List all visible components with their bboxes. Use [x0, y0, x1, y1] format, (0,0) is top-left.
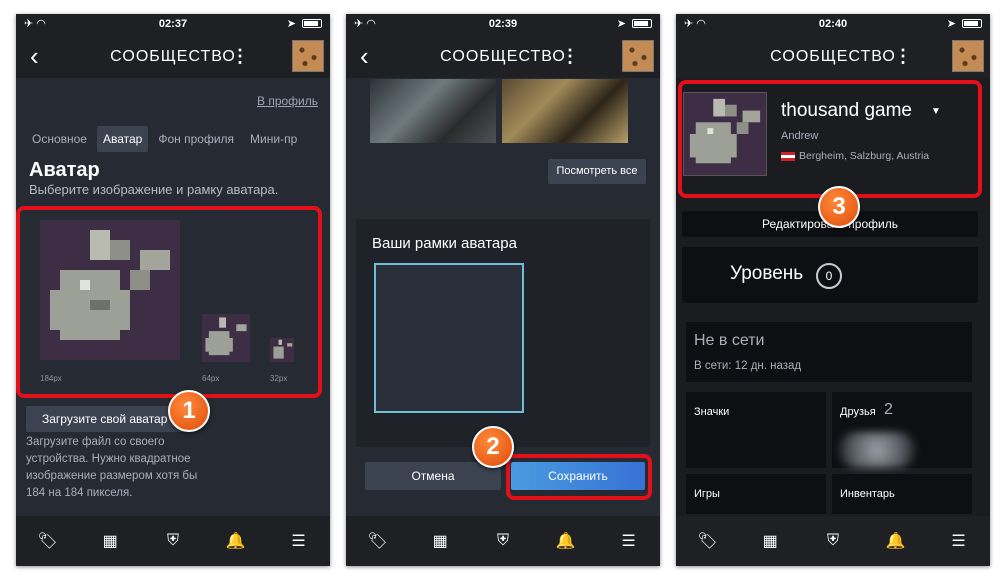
- more-icon[interactable]: ⋮: [894, 46, 912, 67]
- level-panel: Уровень 0: [682, 247, 978, 303]
- phone-screen-avatar: ✈ ︎◠ 02:37 ➤ ‹ СООБЩЕСТВО ⋮ В профиль Ос…: [16, 14, 330, 566]
- frames-title: Ваши рамки аватара: [372, 235, 517, 252]
- inventory-tile[interactable]: Инвентарь: [832, 474, 972, 514]
- more-icon[interactable]: ⋮: [561, 46, 579, 67]
- grid-icon[interactable]: ▦: [98, 531, 122, 551]
- online-status-panel: Не в сети В сети: 12 дн. назад: [686, 322, 972, 382]
- frame-thumbnail[interactable]: [502, 79, 628, 143]
- status-subtitle: В сети: 12 дн. назад: [694, 360, 802, 372]
- status-time: 02:40: [818, 18, 848, 30]
- battery-icon: [302, 19, 322, 28]
- grid-icon[interactable]: ▦: [758, 531, 782, 551]
- status-bar: ✈ ︎◠ 02:39 ➤: [346, 14, 660, 34]
- status-time: 02:37: [158, 18, 188, 30]
- phone-screen-frames: ✈ ︎◠ 02:39 ➤ ‹ СООБЩЕСТВО ⋮ Посмотреть в…: [346, 14, 660, 566]
- frame-thumbnail[interactable]: [370, 79, 496, 143]
- games-tile[interactable]: Игры: [686, 474, 826, 514]
- user-avatar[interactable]: [292, 40, 324, 72]
- bell-icon[interactable]: 🔔: [554, 531, 578, 551]
- badges-tile[interactable]: Значки: [686, 392, 826, 468]
- battery-icon: [962, 19, 982, 28]
- shield-icon[interactable]: ⛨: [491, 532, 515, 550]
- profile-tabs: Основное Аватар Фон профиля Мини-пр: [26, 126, 303, 152]
- highlight-frame: [506, 454, 652, 500]
- phone-screen-profile: ✈ ︎◠ 02:40 ➤ СООБЩЕСТВО ⋮ thousand game …: [676, 14, 990, 566]
- level-value: 0: [816, 263, 842, 289]
- step-badge: 3: [818, 186, 860, 228]
- friends-count: 2: [884, 401, 893, 418]
- section-title: Аватар: [29, 159, 100, 181]
- tag-icon[interactable]: 🏷: [695, 531, 719, 551]
- cancel-button[interactable]: Отмена: [365, 462, 501, 490]
- header-title: СООБЩЕСТВО: [110, 48, 236, 65]
- menu-icon[interactable]: ☰: [287, 531, 311, 551]
- user-avatar[interactable]: [622, 40, 654, 72]
- tag-icon[interactable]: 🏷: [365, 531, 389, 551]
- bell-icon[interactable]: 🔔: [224, 531, 248, 551]
- upload-hint: Загрузите файл со своего устройства. Нуж…: [26, 436, 198, 499]
- step-badge: 2: [472, 426, 514, 468]
- tile-label: Значки: [694, 406, 730, 418]
- status-time: 02:39: [488, 18, 518, 30]
- frame-option[interactable]: [374, 263, 524, 413]
- menu-icon[interactable]: ☰: [947, 531, 971, 551]
- location-arrow-icon: ➤: [946, 18, 956, 30]
- bell-icon[interactable]: 🔔: [884, 531, 908, 551]
- tag-icon[interactable]: 🏷: [35, 531, 59, 551]
- battery-icon: [632, 19, 652, 28]
- bottom-nav: 🏷 ▦ ⛨ 🔔 ☰: [346, 516, 660, 566]
- highlight-frame: [678, 80, 982, 198]
- section-subtitle: Выберите изображение и рамку аватара.: [29, 182, 279, 197]
- friend-avatars-blurred: [838, 432, 916, 468]
- header-title: СООБЩЕСТВО: [770, 48, 896, 65]
- app-header: ‹ СООБЩЕСТВО ⋮: [346, 34, 660, 78]
- location-arrow-icon: ➤: [286, 18, 296, 30]
- app-header: ‹ СООБЩЕСТВО ⋮: [16, 34, 330, 78]
- tab-general[interactable]: Основное: [26, 126, 93, 152]
- friends-tile[interactable]: Друзья 2: [832, 392, 972, 468]
- tile-label: Игры: [694, 488, 720, 500]
- bottom-nav: 🏷 ▦ ⛨ 🔔 ☰: [16, 516, 330, 566]
- profile-link[interactable]: В профиль: [257, 94, 318, 108]
- status-title: Не в сети: [694, 332, 765, 349]
- tab-mini-profile[interactable]: Мини-пр: [244, 126, 303, 152]
- status-bar: ✈ ︎◠ 02:40 ➤: [676, 14, 990, 34]
- status-bar: ✈ ︎◠ 02:37 ➤: [16, 14, 330, 34]
- step-badge: 1: [168, 390, 210, 432]
- view-all-button[interactable]: Посмотреть все: [548, 159, 646, 184]
- app-header: СООБЩЕСТВО ⋮: [676, 34, 990, 78]
- shield-icon[interactable]: ⛨: [821, 532, 845, 550]
- tab-avatar[interactable]: Аватар: [96, 126, 149, 152]
- tile-label: Друзья: [840, 406, 876, 418]
- tile-label: Инвентарь: [840, 488, 895, 500]
- grid-icon[interactable]: ▦: [428, 531, 452, 551]
- header-title: СООБЩЕСТВО: [440, 48, 566, 65]
- shield-icon[interactable]: ⛨: [161, 532, 185, 550]
- more-icon[interactable]: ⋮: [231, 46, 249, 67]
- tab-profile-background[interactable]: Фон профиля: [152, 126, 240, 152]
- location-arrow-icon: ➤: [616, 18, 626, 30]
- bottom-nav: 🏷 ▦ ⛨ 🔔 ☰: [676, 516, 990, 566]
- highlight-frame: [16, 206, 322, 398]
- level-label: Уровень: [730, 263, 804, 284]
- user-avatar[interactable]: [952, 40, 984, 72]
- menu-icon[interactable]: ☰: [617, 531, 641, 551]
- avatar-frames-panel: Ваши рамки аватара: [356, 219, 650, 447]
